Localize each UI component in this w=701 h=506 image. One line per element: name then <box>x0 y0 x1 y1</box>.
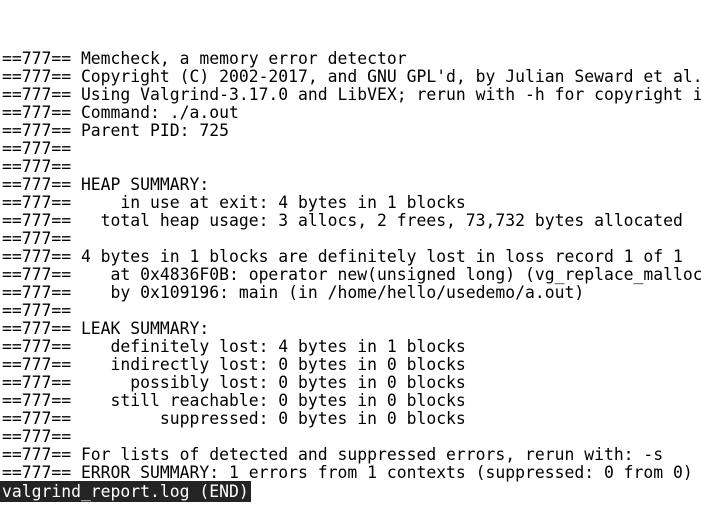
log-line: ==777== <box>2 157 81 176</box>
log-line: ==777== Parent PID: 725 <box>2 121 229 140</box>
log-line: ==777== Memcheck, a memory error detecto… <box>2 49 407 68</box>
log-line: ==777== <box>2 301 81 320</box>
log-line: ==777== HEAP SUMMARY: <box>2 175 210 194</box>
log-line: ==777== by 0x109196: main (in /home/hell… <box>2 283 585 302</box>
log-line: ==777== indirectly lost: 0 bytes in 0 bl… <box>2 355 466 374</box>
log-line: ==777== suppressed: 0 bytes in 0 blocks <box>2 409 466 428</box>
log-line: ==777== total heap usage: 3 allocs, 2 fr… <box>2 211 683 230</box>
log-line: ==777== in use at exit: 4 bytes in 1 blo… <box>2 193 466 212</box>
log-line: ==777== ERROR SUMMARY: 1 errors from 1 c… <box>2 463 693 482</box>
terminal-pager-view[interactable]: ==777== Memcheck, a memory error detecto… <box>0 0 701 506</box>
log-line: ==777== at 0x4836F0B: operator new(unsig… <box>2 265 701 284</box>
log-line: ==777== Command: ./a.out <box>2 103 239 122</box>
log-line: ==777== For lists of detected and suppre… <box>2 445 664 464</box>
log-line: ==777== 4 bytes in 1 blocks are definite… <box>2 247 683 266</box>
log-line: ==777== Using Valgrind-3.17.0 and LibVEX… <box>2 85 701 104</box>
log-line: ==777== <box>2 139 81 158</box>
log-line: ==777== Copyright (C) 2002-2017, and GNU… <box>2 67 701 86</box>
log-line: ==777== <box>2 427 81 446</box>
log-line: ==777== still reachable: 0 bytes in 0 bl… <box>2 391 466 410</box>
valgrind-log-output: ==777== Memcheck, a memory error detecto… <box>0 0 701 482</box>
log-line: ==777== <box>2 229 81 248</box>
log-line: ==777== LEAK SUMMARY: <box>2 319 210 338</box>
pager-status-bar[interactable]: valgrind_report.log (END) <box>0 481 251 502</box>
log-line: ==777== possibly lost: 0 bytes in 0 bloc… <box>2 373 466 392</box>
log-line: ==777== definitely lost: 4 bytes in 1 bl… <box>2 337 466 356</box>
